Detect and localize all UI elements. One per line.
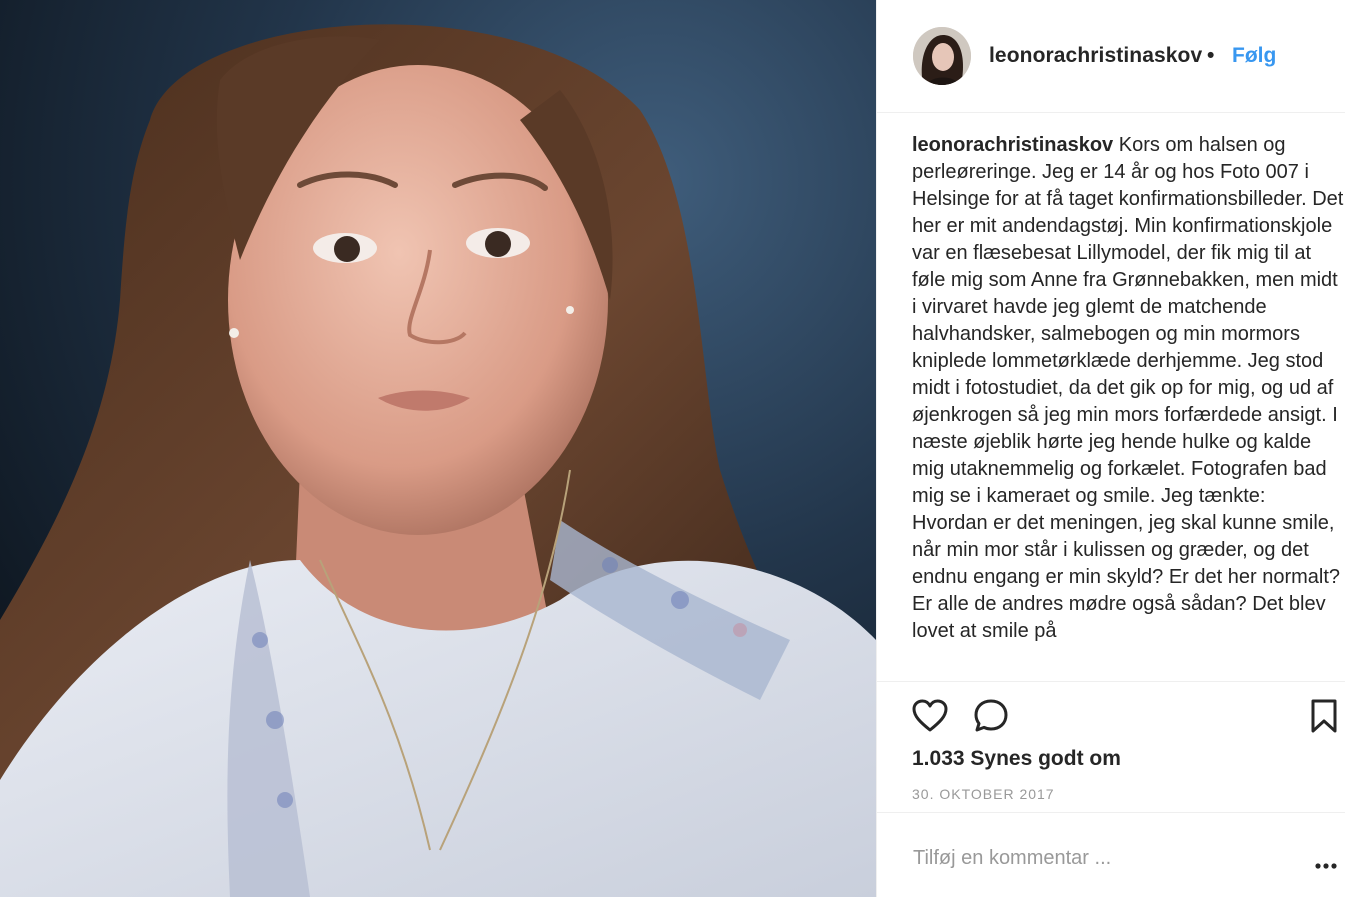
post-photo[interactable] bbox=[0, 0, 876, 897]
caption-username[interactable]: leonorachristinaskov bbox=[912, 134, 1113, 156]
follow-button[interactable]: Følg bbox=[1232, 44, 1276, 68]
more-dots-icon[interactable] bbox=[1315, 856, 1337, 874]
avatar-image bbox=[913, 27, 971, 85]
avatar[interactable] bbox=[913, 27, 971, 85]
separator-dot: • bbox=[1207, 44, 1215, 67]
comment-row bbox=[877, 812, 1345, 897]
likes-count[interactable]: 1.033 Synes godt om bbox=[912, 747, 1121, 771]
heart-icon[interactable] bbox=[912, 699, 948, 738]
portrait-illustration bbox=[0, 0, 876, 897]
caption-text: Kors om halsen og perleøreringe. Jeg er … bbox=[912, 134, 1344, 642]
post-caption: leonorachristinaskov Kors om halsen og p… bbox=[912, 132, 1344, 680]
comment-input[interactable] bbox=[913, 843, 1273, 873]
header-username[interactable]: leonorachristinaskov bbox=[989, 44, 1202, 68]
bookmark-icon[interactable] bbox=[1311, 699, 1337, 738]
comment-bubble-icon[interactable] bbox=[973, 699, 1009, 738]
post-side-panel: leonorachristinaskov • Følg leonorachris… bbox=[876, 0, 1345, 897]
instagram-post: leonorachristinaskov • Følg leonorachris… bbox=[0, 0, 1345, 897]
post-date: 30. OKTOBER 2017 bbox=[912, 786, 1055, 802]
post-header: leonorachristinaskov • Følg bbox=[877, 0, 1345, 113]
